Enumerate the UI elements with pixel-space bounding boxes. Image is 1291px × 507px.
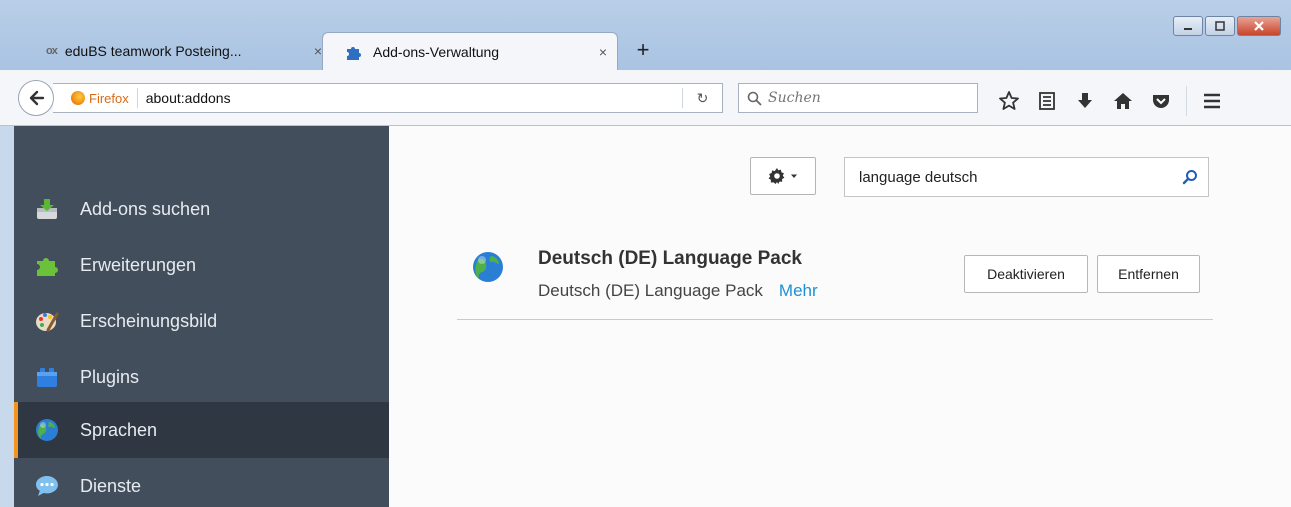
chevron-down-icon — [791, 174, 797, 178]
tab-title: eduBS teamwork Posteing... — [64, 43, 242, 59]
download-arrow-icon — [1078, 93, 1092, 108]
url-input[interactable]: about:addons — [138, 90, 682, 106]
category-add-ons-suchen[interactable]: Add-ons suchen — [14, 181, 389, 237]
minimize-icon — [1184, 28, 1192, 30]
add-on-name: Deutsch (DE) Language Pack — [538, 248, 802, 269]
category-label: Sprachen — [80, 419, 158, 440]
firefox-logo-icon — [71, 91, 85, 105]
tab-edubs-teamwork[interactable]: ox eduBS teamwork Posteing... × — [16, 32, 332, 70]
categories-sidebar: Add-ons suchen Erweiterungen Erscheinung… — [14, 126, 389, 507]
open-menu-button[interactable] — [1193, 88, 1231, 114]
add-on-description: Deutsch (DE) Language Pack — [538, 281, 763, 300]
identity-label: Firefox — [89, 90, 129, 106]
search-icon — [747, 91, 762, 106]
window-controls — [1173, 16, 1281, 36]
tab-add-ons-manager[interactable]: Add-ons-Verwaltung × — [322, 32, 618, 70]
gear-icon — [768, 168, 785, 184]
maximize-button[interactable] — [1205, 16, 1235, 36]
home-button[interactable] — [1104, 88, 1142, 114]
search-icon[interactable] — [1182, 169, 1198, 185]
category-label: Erscheinungsbild — [80, 310, 218, 331]
ox-icon: ox — [46, 45, 58, 57]
remove-button[interactable]: Entfernen — [1097, 255, 1200, 293]
pocket-icon — [1153, 95, 1169, 108]
web-search-input[interactable] — [768, 90, 958, 106]
globe-icon — [34, 417, 60, 443]
navigation-toolbar: Firefox about:addons ↻ — [0, 70, 1291, 126]
tab-title: Add-ons-Verwaltung — [373, 43, 500, 60]
add-on-description-row: Deutsch (DE) Language Pack Mehr — [538, 281, 818, 301]
category-erweiterungen[interactable]: Erweiterungen — [14, 237, 389, 293]
globe-icon — [473, 252, 503, 282]
maximize-icon — [1215, 21, 1225, 31]
category-erscheinungsbild[interactable]: Erscheinungsbild — [14, 293, 389, 349]
new-tab-button[interactable]: + — [630, 38, 656, 64]
close-window-button[interactable] — [1237, 16, 1281, 36]
close-tab-icon[interactable]: × — [589, 44, 617, 60]
paintbrush-icon — [34, 308, 60, 334]
downloads-button[interactable] — [1066, 88, 1104, 114]
download-add-ons-icon — [34, 196, 60, 222]
close-icon — [1254, 21, 1264, 31]
bookmarks-menu-button[interactable] — [1028, 88, 1066, 114]
add-ons-search-box[interactable] — [844, 157, 1209, 197]
home-icon — [1114, 93, 1132, 109]
bookmark-star-button[interactable] — [990, 88, 1028, 114]
category-label: Dienste — [80, 475, 142, 496]
puzzle-icon — [34, 252, 60, 278]
web-search-bar[interactable] — [738, 83, 978, 113]
more-link[interactable]: Mehr — [779, 281, 818, 300]
add-on-list-item[interactable]: Deutsch (DE) Language Pack Deutsch (DE) … — [457, 236, 1213, 320]
toolbar-buttons — [990, 86, 1231, 116]
pocket-button[interactable] — [1142, 88, 1180, 114]
toolbar-separator — [1186, 86, 1187, 116]
minimize-button[interactable] — [1173, 16, 1203, 36]
category-label: Plugins — [80, 366, 140, 387]
title-bar: ox eduBS teamwork Posteing... × Add-ons-… — [0, 0, 1291, 70]
tools-gear-button[interactable] — [750, 157, 816, 195]
bookmarks-list-icon — [1039, 92, 1055, 110]
reload-icon[interactable]: ↻ — [682, 88, 722, 108]
hamburger-menu-icon — [1204, 93, 1220, 109]
plugin-block-icon — [34, 364, 60, 390]
back-button[interactable] — [18, 80, 54, 116]
puzzle-icon — [345, 43, 363, 61]
category-label: Erweiterungen — [80, 254, 197, 275]
star-icon — [999, 91, 1019, 110]
back-arrow-icon — [29, 90, 45, 106]
identity-box[interactable]: Firefox — [53, 88, 138, 108]
disable-button[interactable]: Deaktivieren — [964, 255, 1088, 293]
category-dienste[interactable]: Dienste — [14, 458, 389, 507]
add-ons-search-input[interactable] — [859, 168, 1182, 186]
category-sprachen[interactable]: Sprachen — [14, 402, 389, 458]
url-bar[interactable]: Firefox about:addons ↻ — [53, 83, 723, 113]
category-plugins[interactable]: Plugins — [14, 349, 389, 405]
category-label: Add-ons suchen — [80, 198, 211, 219]
chat-bubble-icon — [34, 473, 60, 499]
add-ons-list-view: Deutsch (DE) Language Pack Deutsch (DE) … — [389, 126, 1291, 507]
